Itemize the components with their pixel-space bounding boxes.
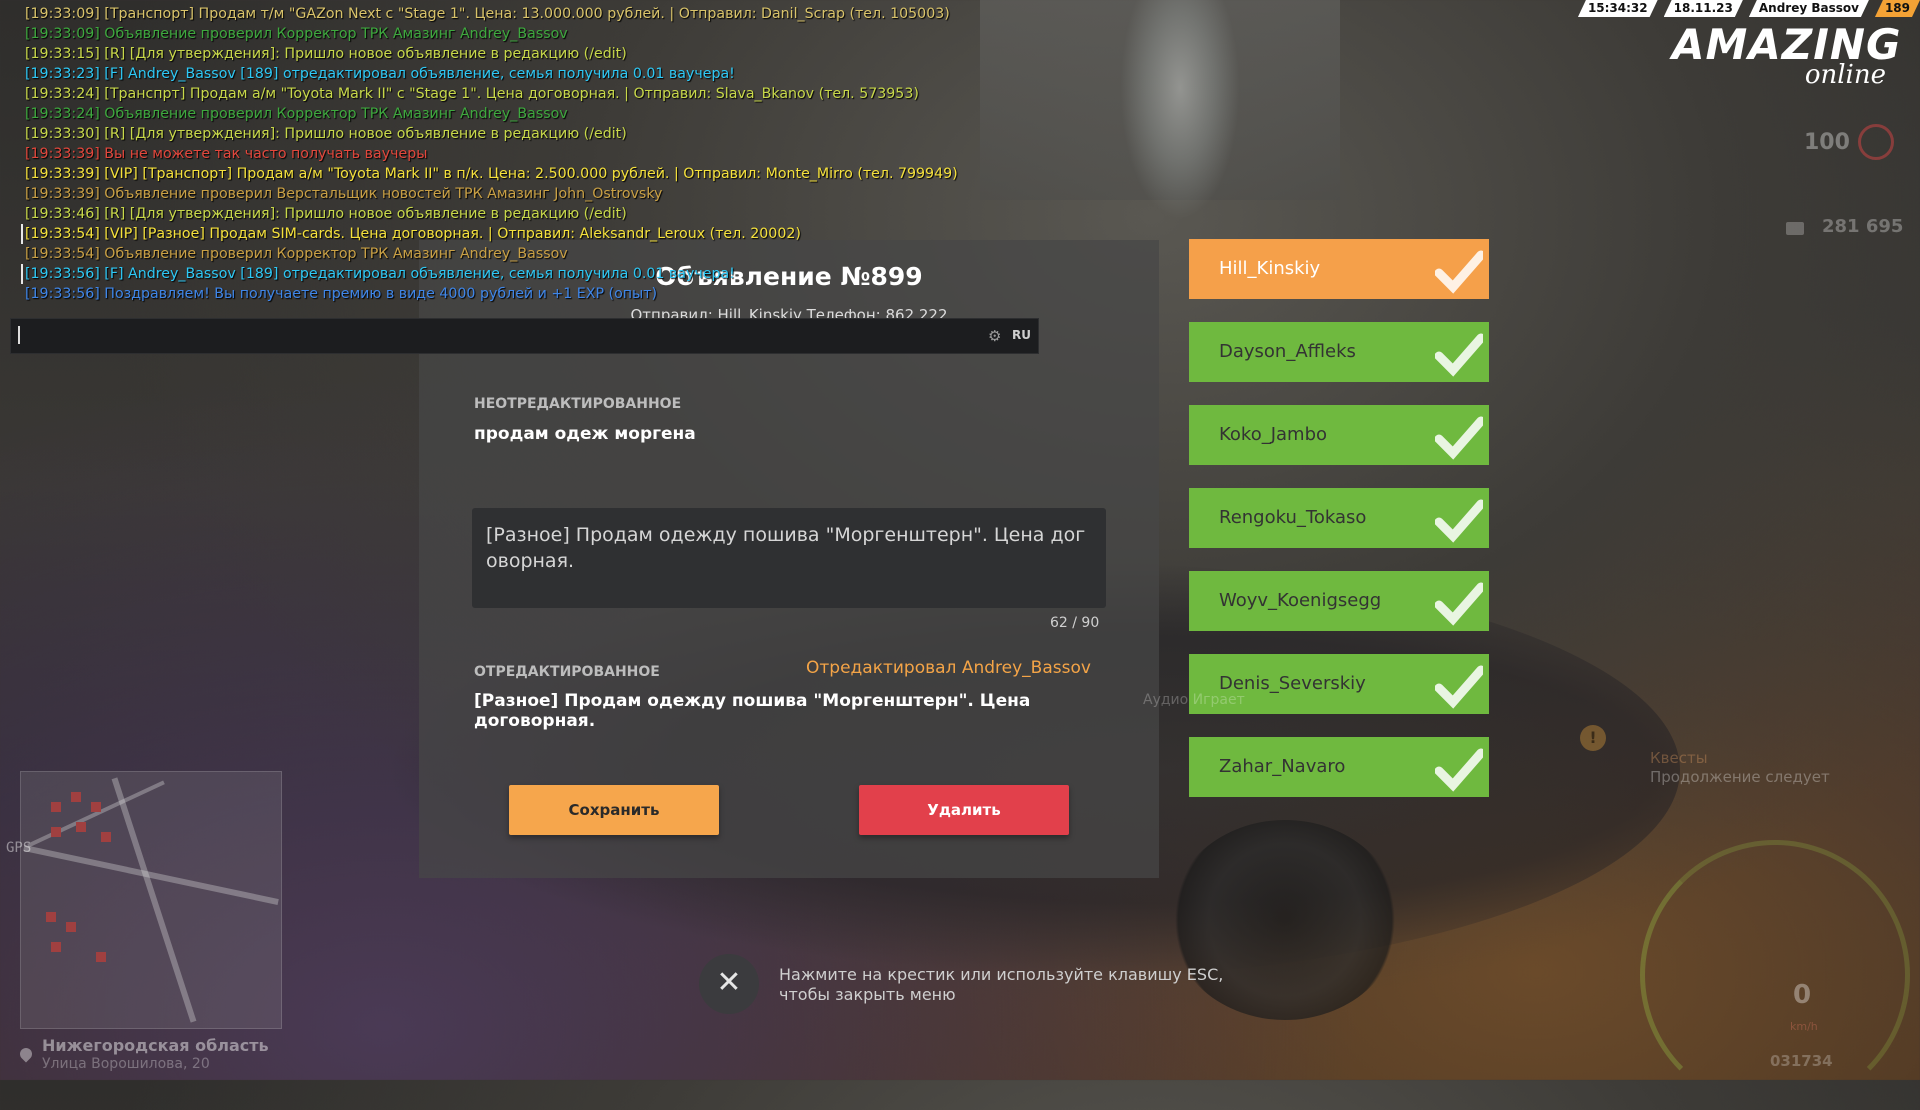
hud-status-bar: 15:34:32 18.11.23 Andrey Bassov 189 — [1572, 0, 1920, 17]
close-icon: ✕ — [716, 965, 742, 1000]
chat-line: [19:33:39] Объявление проверил Верстальщ… — [25, 186, 663, 202]
hud-date: 18.11.23 — [1664, 0, 1743, 17]
edited-text: [Разное] Продам одежду пошива "Моргенште… — [474, 691, 1031, 731]
player-item[interactable]: Hill_Kinskiy — [1189, 239, 1489, 299]
chat-line: [19:33:24] Объявление проверил Корректор… — [25, 106, 568, 122]
player-name: Woyv_Koenigsegg — [1219, 590, 1382, 611]
money-value: 281 695 — [1822, 216, 1904, 237]
money-icon — [1786, 222, 1804, 235]
checkmark-icon — [1435, 665, 1483, 709]
player-list: Hill_Kinskiy Dayson_Affleks Koko_Jambo Reng… — [1189, 239, 1489, 820]
checkmark-icon — [1435, 499, 1483, 543]
checkmark-icon — [1435, 416, 1483, 460]
checkmark-icon — [1435, 582, 1483, 626]
minimap — [20, 771, 282, 1029]
chat-line: [19:33:09] [Транспорт] Продам т/м "GAZon… — [25, 6, 950, 22]
player-item[interactable]: Koko_Jambo — [1189, 405, 1489, 465]
speed-unit: km/h — [1790, 1020, 1818, 1033]
logo-sub-text: online — [1804, 60, 1886, 90]
checkmark-icon — [1435, 333, 1483, 377]
player-name: Hill_Kinskiy — [1219, 258, 1321, 279]
quest-subtitle: Продолжение следует — [1650, 768, 1830, 786]
health-value: 100 — [1804, 130, 1850, 155]
chat-line: [19:33:09] Объявление проверил Корректор… — [25, 26, 568, 42]
background-tree — [1120, 0, 1240, 220]
gps-label: GPS — [6, 840, 32, 856]
char-counter: 62 / 90 — [1050, 615, 1100, 631]
close-hint: Нажмите на крестик или используйте клави… — [779, 965, 1224, 1004]
chat-line: [19:33:39] [VIP] [Транспорт] Продам а/м … — [25, 166, 958, 182]
gear-icon[interactable]: ⚙ — [988, 327, 1001, 345]
hud-player-id: 189 — [1875, 0, 1920, 17]
checkmark-icon — [1435, 748, 1483, 792]
player-name: Koko_Jambo — [1219, 424, 1328, 445]
player-item[interactable]: Rengoku_Tokaso — [1189, 488, 1489, 548]
hud-time: 15:34:32 — [1578, 0, 1658, 17]
location-pin-icon — [17, 1045, 35, 1063]
hud-player-name: Andrey Bassov — [1749, 0, 1869, 17]
ad-text-value[interactable]: [Разное] Продам одежду пошива "Моргенште… — [486, 522, 1092, 574]
chat-line: [19:33:15] [R] [Для утверждения]: Пришло… — [25, 46, 627, 62]
edited-by: Отредактировал Andrey_Bassov — [806, 658, 1091, 678]
quest-title: Квесты — [1650, 749, 1708, 767]
chat-line: [19:33:56] Поздравляем! Вы получаете пре… — [25, 286, 658, 302]
player-item[interactable]: Woyv_Koenigsegg — [1189, 571, 1489, 631]
chat-line: [19:33:24] [Транспрт] Продам а/м "Toyota… — [25, 86, 919, 102]
checkmark-icon — [1435, 250, 1483, 294]
chat-language[interactable]: RU — [1012, 328, 1031, 342]
player-name: Zahar_Navaro — [1219, 756, 1346, 777]
edited-label: ОТРЕДАКТИРОВАННОЕ — [474, 664, 660, 680]
chat-input[interactable] — [10, 318, 1039, 354]
chat-line: [19:33:54] Объявление проверил Корректор… — [25, 246, 568, 262]
player-name: Dayson_Affleks — [1219, 341, 1356, 362]
chat-line: [19:33:39] Вы не можете так часто получа… — [25, 146, 428, 162]
audio-status: Аудио Играет — [1143, 692, 1245, 708]
chat-caret — [18, 326, 20, 344]
chat-line: [19:33:46] [R] [Для утверждения]: Пришло… — [25, 206, 627, 222]
chat-line: [19:33:23] [F] Andrey_Bassov [189] отред… — [25, 66, 735, 82]
game-logo: AMAZING online — [1672, 22, 1904, 91]
unedited-label: НЕОТРЕДАКТИРОВАННОЕ — [474, 396, 682, 412]
player-item[interactable]: Dayson_Affleks — [1189, 322, 1489, 382]
delete-button[interactable]: Удалить — [859, 785, 1069, 835]
player-name: Rengoku_Tokaso — [1219, 507, 1367, 528]
player-name: Denis_Severskiy — [1219, 673, 1366, 694]
chat-line: [19:33:30] [R] [Для утверждения]: Пришло… — [25, 126, 627, 142]
speed-value: 0 — [1793, 980, 1812, 1010]
chat-log: [19:33:09] [Транспорт] Продам т/м "GAZon… — [21, 4, 1035, 304]
region-name: Нижегородская область — [42, 1036, 269, 1055]
chat-line: [19:33:56] [F] Andrey_Bassov [189] отред… — [21, 264, 1035, 284]
save-button[interactable]: Сохранить — [509, 785, 719, 835]
health-icon — [1858, 124, 1894, 160]
player-item[interactable]: Zahar_Navaro — [1189, 737, 1489, 797]
street-name: Улица Ворошилова, 20 — [42, 1056, 210, 1072]
unedited-text: продам одеж моргена — [474, 424, 696, 444]
odometer: 031734 — [1770, 1052, 1833, 1070]
close-button[interactable]: ✕ — [699, 954, 759, 1014]
warning-icon: ! — [1580, 725, 1606, 751]
chat-line: [19:33:54] [VIP] [Разное] Продам SIM-car… — [21, 224, 1035, 244]
